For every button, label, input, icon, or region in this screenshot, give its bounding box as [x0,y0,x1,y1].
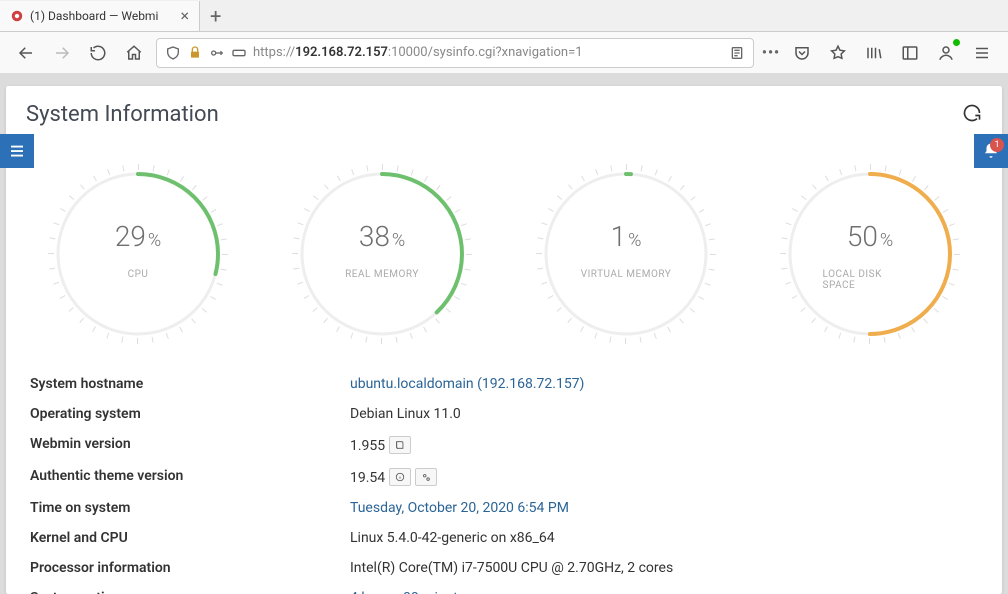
page-title: System Information [26,102,219,127]
notifications-button[interactable]: 1 [974,134,1008,168]
reload-button[interactable] [84,39,112,67]
gauge-label: CPU [128,269,149,280]
info-value[interactable]: ubuntu.localdomain (192.168.72.157) [350,376,978,392]
browser-tab-title: (1) Dashboard — Webmi [30,9,158,23]
menu-icon[interactable] [968,39,996,67]
info-row: Time on system Tuesday, October 20, 2020… [30,493,978,523]
browser-toolbar: https://192.168.72.157:10000/sysinfo.cgi… [0,32,1008,74]
system-info-card: System Information 29% CPU 38% REAL MEMO… [6,86,1002,594]
forward-button [48,39,76,67]
url-text: https://192.168.72.157:10000/sysinfo.cgi… [253,45,723,60]
gauge-real-memory: 38% REAL MEMORY [287,159,477,349]
home-button[interactable] [120,39,148,67]
info-value: 19.54 [350,468,978,486]
info-row: System uptime 4 hours, 08 minutes [30,583,978,594]
info-value[interactable]: Tuesday, October 20, 2020 6:54 PM [350,500,978,516]
reader-mode-icon[interactable] [729,45,745,61]
connection-icon[interactable] [231,45,247,61]
info-key: Webmin version [30,436,350,454]
info-row: System hostname ubuntu.localdomain (192.… [30,369,978,399]
shield-icon[interactable] [165,45,181,61]
gauge-label: LOCAL DISK SPACE [823,269,918,291]
browser-tab-bar: (1) Dashboard — Webmi × + [0,0,1008,32]
tab-close-icon[interactable]: × [180,6,189,25]
lock-warning-icon[interactable] [187,45,203,61]
info-key: Time on system [30,500,350,516]
gauge-cpu: 29% CPU [43,159,233,349]
library-icon[interactable] [860,39,888,67]
gauge-local-disk-space: 50% LOCAL DISK SPACE [775,159,965,349]
info-icon[interactable] [389,468,411,486]
account-status-dot-icon [953,39,960,46]
info-value: Intel(R) Core(TM) i7-7500U CPU @ 2.70GHz… [350,560,978,576]
notification-badge: 1 [990,138,1004,152]
info-row: Kernel and CPU Linux 5.4.0-42-generic on… [30,523,978,553]
refresh-icon[interactable] [962,103,982,127]
book-icon[interactable] [389,436,411,454]
info-value: 1.955 [350,436,978,454]
info-value: Linux 5.4.0-42-generic on x86_64 [350,530,978,546]
page-body: 1 System Information 29% CPU 38% REAL ME… [0,74,1008,594]
pocket-icon[interactable] [788,39,816,67]
info-key: System uptime [30,590,350,594]
info-key: System hostname [30,376,350,392]
gears-icon[interactable] [415,468,437,486]
info-row: Processor information Intel(R) Core(TM) … [30,553,978,583]
gauge-value: 38% [359,220,405,253]
gauge-label: VIRTUAL MEMORY [581,269,672,280]
address-bar[interactable]: https://192.168.72.157:10000/sysinfo.cgi… [156,38,754,68]
gauge-value: 1% [611,220,642,253]
sidebar-toggle-button[interactable] [0,134,34,168]
gauge-value: 50% [847,220,893,253]
gauges-row: 29% CPU 38% REAL MEMORY 1% VIRTUAL MEMOR… [6,139,1002,359]
info-key: Authentic theme version [30,468,350,486]
info-row: Webmin version 1.955 [30,429,978,461]
new-tab-button[interactable]: + [200,4,231,28]
card-header: System Information [6,86,1002,139]
info-table: System hostname ubuntu.localdomain (192.… [6,359,1002,594]
gauge-label: REAL MEMORY [345,269,419,280]
webmin-favicon-icon [10,9,24,23]
account-icon[interactable] [932,39,960,67]
info-row: Operating system Debian Linux 11.0 [30,399,978,429]
info-key: Operating system [30,406,350,422]
browser-tab[interactable]: (1) Dashboard — Webmi × [0,1,200,31]
gauge-virtual-memory: 1% VIRTUAL MEMORY [531,159,721,349]
info-value[interactable]: 4 hours, 08 minutes [350,590,978,594]
back-button[interactable] [12,39,40,67]
sidebar-icon[interactable] [896,39,924,67]
permission-icon[interactable] [209,45,225,61]
page-actions-icon[interactable]: ••• [762,45,780,61]
info-row: Authentic theme version 19.54 [30,461,978,493]
bookmark-star-icon[interactable] [824,39,852,67]
info-value: Debian Linux 11.0 [350,406,978,422]
info-key: Processor information [30,560,350,576]
gauge-value: 29% [115,220,161,253]
info-key: Kernel and CPU [30,530,350,546]
